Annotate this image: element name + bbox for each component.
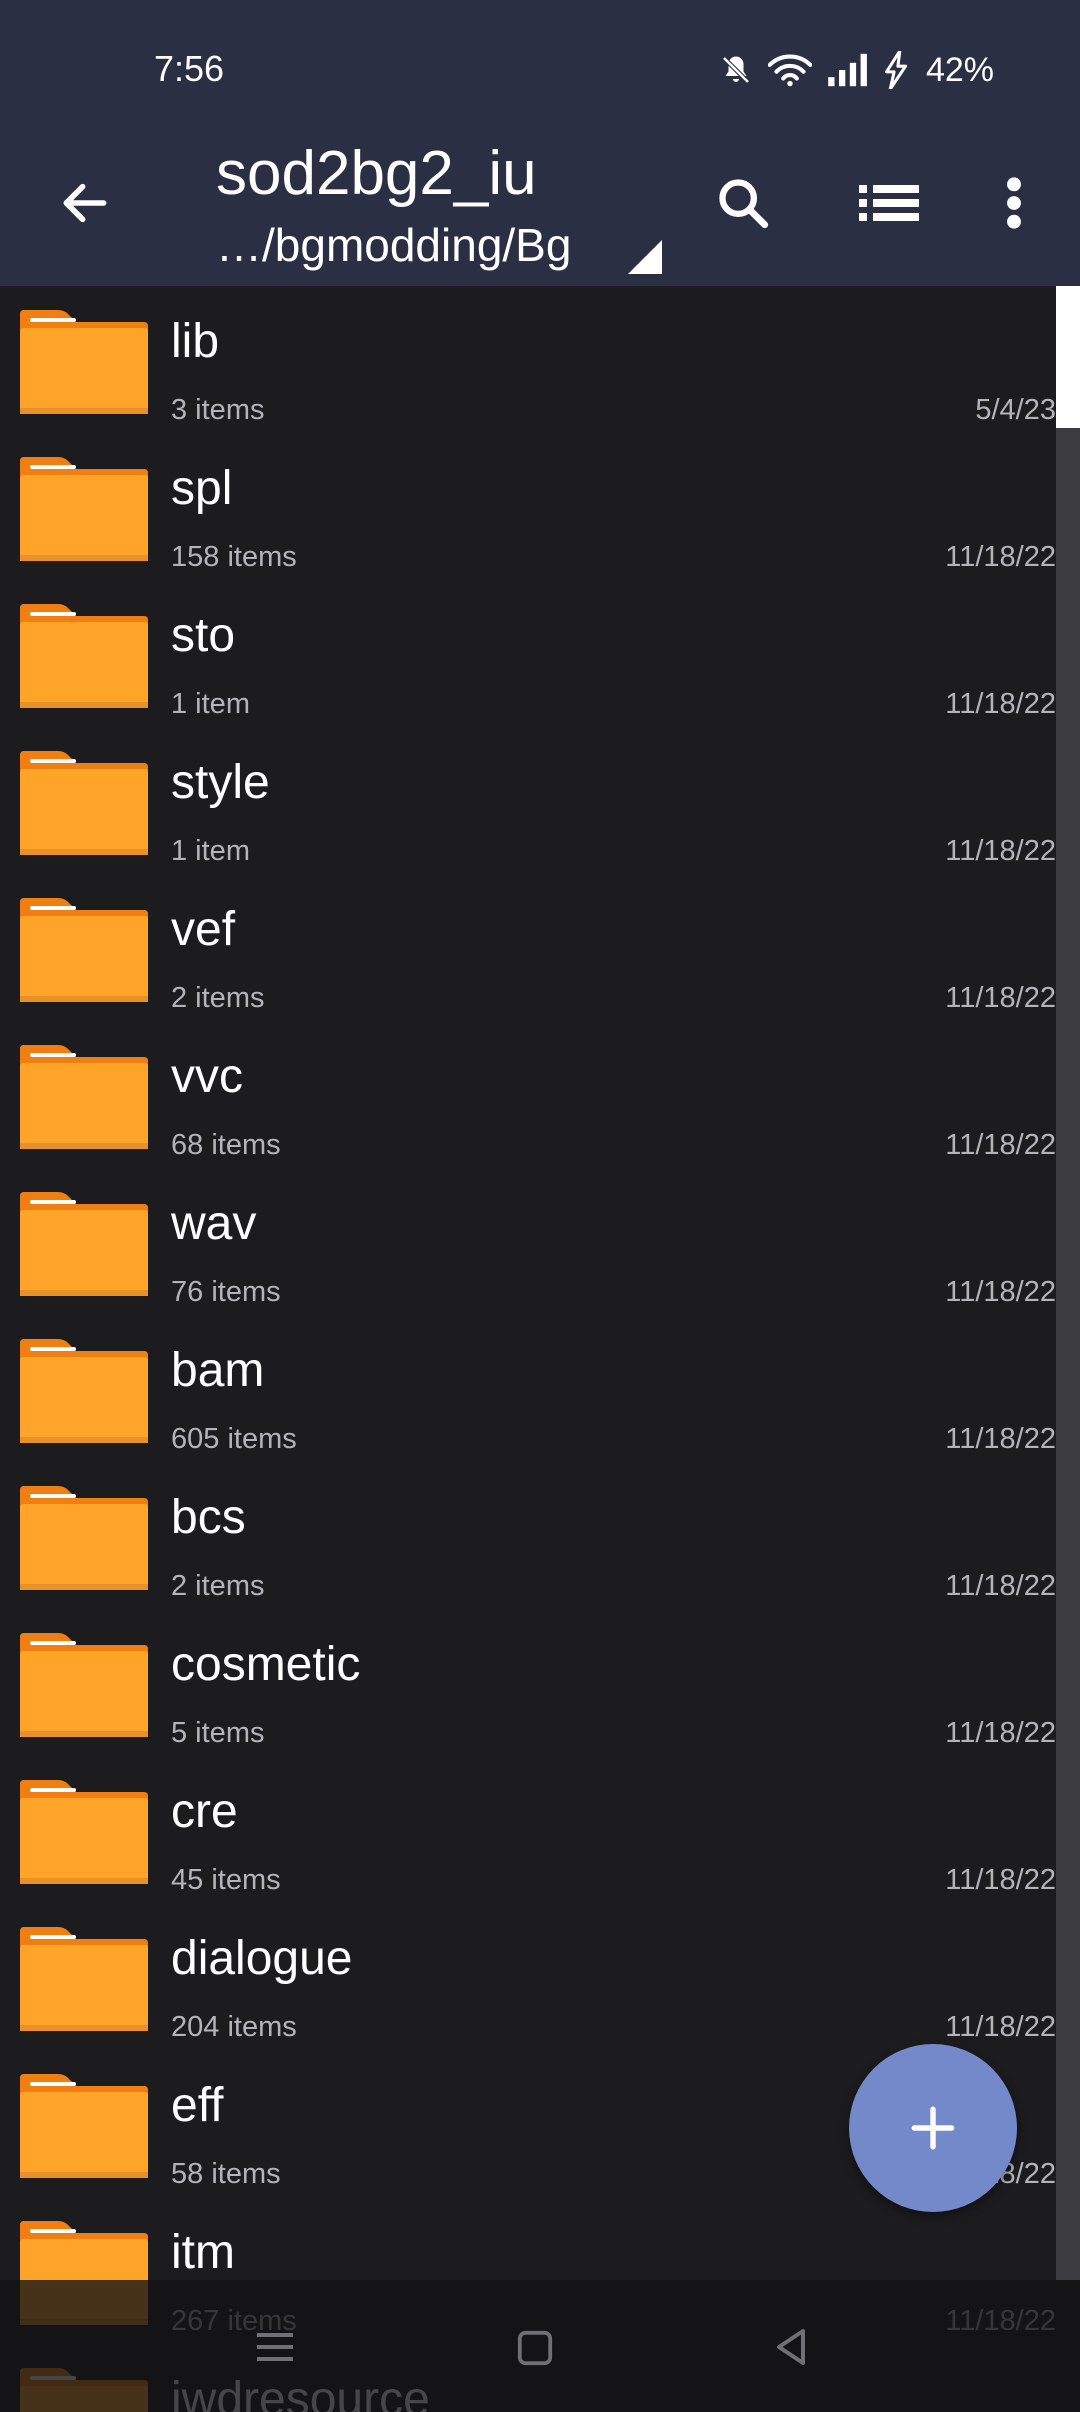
item-count: 605 items (171, 1423, 297, 1455)
item-count: 2 items (171, 1570, 265, 1602)
folder-icon (18, 898, 150, 1004)
system-nav-bar (0, 2280, 1080, 2412)
modified-date: 11/18/22 (945, 1129, 1056, 1161)
folder-name: style (171, 756, 270, 809)
folder-icon (18, 751, 150, 857)
modified-date: 11/18/22 (945, 1276, 1056, 1308)
folder-row[interactable]: cosmetic 5 items 11/18/22 (0, 1609, 1056, 1756)
status-time: 7:56 (154, 48, 225, 89)
folder-name: eff (171, 2079, 224, 2132)
folder-name: dialogue (171, 1932, 353, 1985)
more-options-button[interactable] (986, 170, 1042, 236)
folder-row[interactable]: wav 76 items 11/18/22 (0, 1168, 1056, 1315)
folder-row[interactable]: cre 45 items 11/18/22 (0, 1756, 1056, 1903)
scrollbar-thumb[interactable] (1056, 286, 1080, 428)
folder-icon (18, 1927, 150, 2033)
modified-date: 11/18/22 (945, 1864, 1056, 1896)
app-bar: 7:56 42% sod2bg2_iu …/bgmodding/Bg (0, 0, 1080, 286)
folder-icon (18, 1339, 150, 1445)
folder-row[interactable]: vef 2 items 11/18/22 (0, 874, 1056, 1021)
folder-row[interactable]: sto 1 item 11/18/22 (0, 580, 1056, 727)
recents-button[interactable] (240, 2320, 310, 2374)
back-button[interactable] (50, 168, 120, 238)
folder-row[interactable]: dialogue 204 items 11/18/22 (0, 1903, 1056, 2050)
item-count: 1 item (171, 688, 250, 720)
status-icons: 42% (718, 50, 994, 90)
folder-row[interactable]: lib 3 items 5/4/23 (0, 286, 1056, 433)
mute-icon (718, 52, 754, 88)
signal-icon (826, 52, 870, 88)
modified-date: 11/18/22 (945, 2011, 1056, 2043)
nav-back-button[interactable] (756, 2316, 826, 2378)
recents-icon (257, 2333, 293, 2361)
item-count: 3 items (171, 394, 265, 426)
item-count: 158 items (171, 541, 297, 573)
folder-icon (18, 2074, 150, 2180)
modified-date: 11/18/22 (945, 982, 1056, 1014)
folder-name: bcs (171, 1491, 246, 1544)
folder-icon (18, 1045, 150, 1151)
item-count: 68 items (171, 1129, 281, 1161)
arrow-left-icon (63, 183, 107, 223)
folder-name: cosmetic (171, 1638, 361, 1691)
folder-icon (18, 1780, 150, 1886)
folder-name: itm (171, 2226, 235, 2279)
modified-date: 11/18/22 (945, 541, 1056, 573)
folder-name: cre (171, 1785, 238, 1838)
charging-icon (884, 51, 908, 89)
folder-name: wav (171, 1197, 257, 1250)
modified-date: 11/18/22 (945, 1717, 1056, 1749)
home-icon (517, 2330, 553, 2366)
folder-icon (18, 604, 150, 710)
folder-row[interactable]: style 1 item 11/18/22 (0, 727, 1056, 874)
folder-name: vef (171, 903, 236, 956)
add-button[interactable] (849, 2044, 1017, 2212)
folder-name: vvc (171, 1050, 243, 1103)
item-count: 45 items (171, 1864, 281, 1896)
folder-icon (18, 1192, 150, 1298)
path-dropdown-icon[interactable] (628, 240, 662, 279)
more-vertical-icon (1007, 177, 1021, 229)
modified-date: 11/18/22 (945, 1423, 1056, 1455)
folder-icon (18, 310, 150, 416)
list-view-icon (859, 185, 919, 221)
back-triangle-icon (777, 2329, 805, 2365)
item-count: 204 items (171, 2011, 297, 2043)
item-count: 1 item (171, 835, 250, 867)
folder-row[interactable]: vvc 68 items 11/18/22 (0, 1021, 1056, 1168)
search-button[interactable] (708, 168, 778, 238)
folder-name: spl (171, 462, 233, 515)
folder-row[interactable]: spl 158 items 11/18/22 (0, 433, 1056, 580)
folder-row[interactable]: bam 605 items 11/18/22 (0, 1315, 1056, 1462)
folder-icon (18, 457, 150, 563)
item-count: 76 items (171, 1276, 281, 1308)
item-count: 2 items (171, 982, 265, 1014)
modified-date: 11/18/22 (945, 1570, 1056, 1602)
folder-name: sto (171, 609, 236, 662)
folder-icon (18, 1633, 150, 1739)
folder-icon (18, 1486, 150, 1592)
item-count: 5 items (171, 1717, 265, 1749)
scrollbar-track[interactable] (1056, 286, 1080, 2280)
folder-name: bam (171, 1344, 265, 1397)
list-view-button[interactable] (854, 170, 924, 236)
folder-name: lib (171, 315, 220, 368)
wifi-icon (767, 52, 812, 88)
home-button[interactable] (500, 2318, 570, 2378)
folder-path[interactable]: …/bgmodding/Bg (216, 218, 571, 272)
modified-date: 11/18/22 (945, 688, 1056, 720)
plus-icon (911, 2106, 955, 2150)
folder-title: sod2bg2_iu (216, 139, 537, 208)
modified-date: 5/4/23 (975, 394, 1056, 426)
modified-date: 11/18/22 (945, 835, 1056, 867)
search-icon (719, 179, 769, 229)
folder-row[interactable]: bcs 2 items 11/18/22 (0, 1462, 1056, 1609)
item-count: 58 items (171, 2158, 281, 2190)
battery-percent: 42% (925, 50, 994, 89)
